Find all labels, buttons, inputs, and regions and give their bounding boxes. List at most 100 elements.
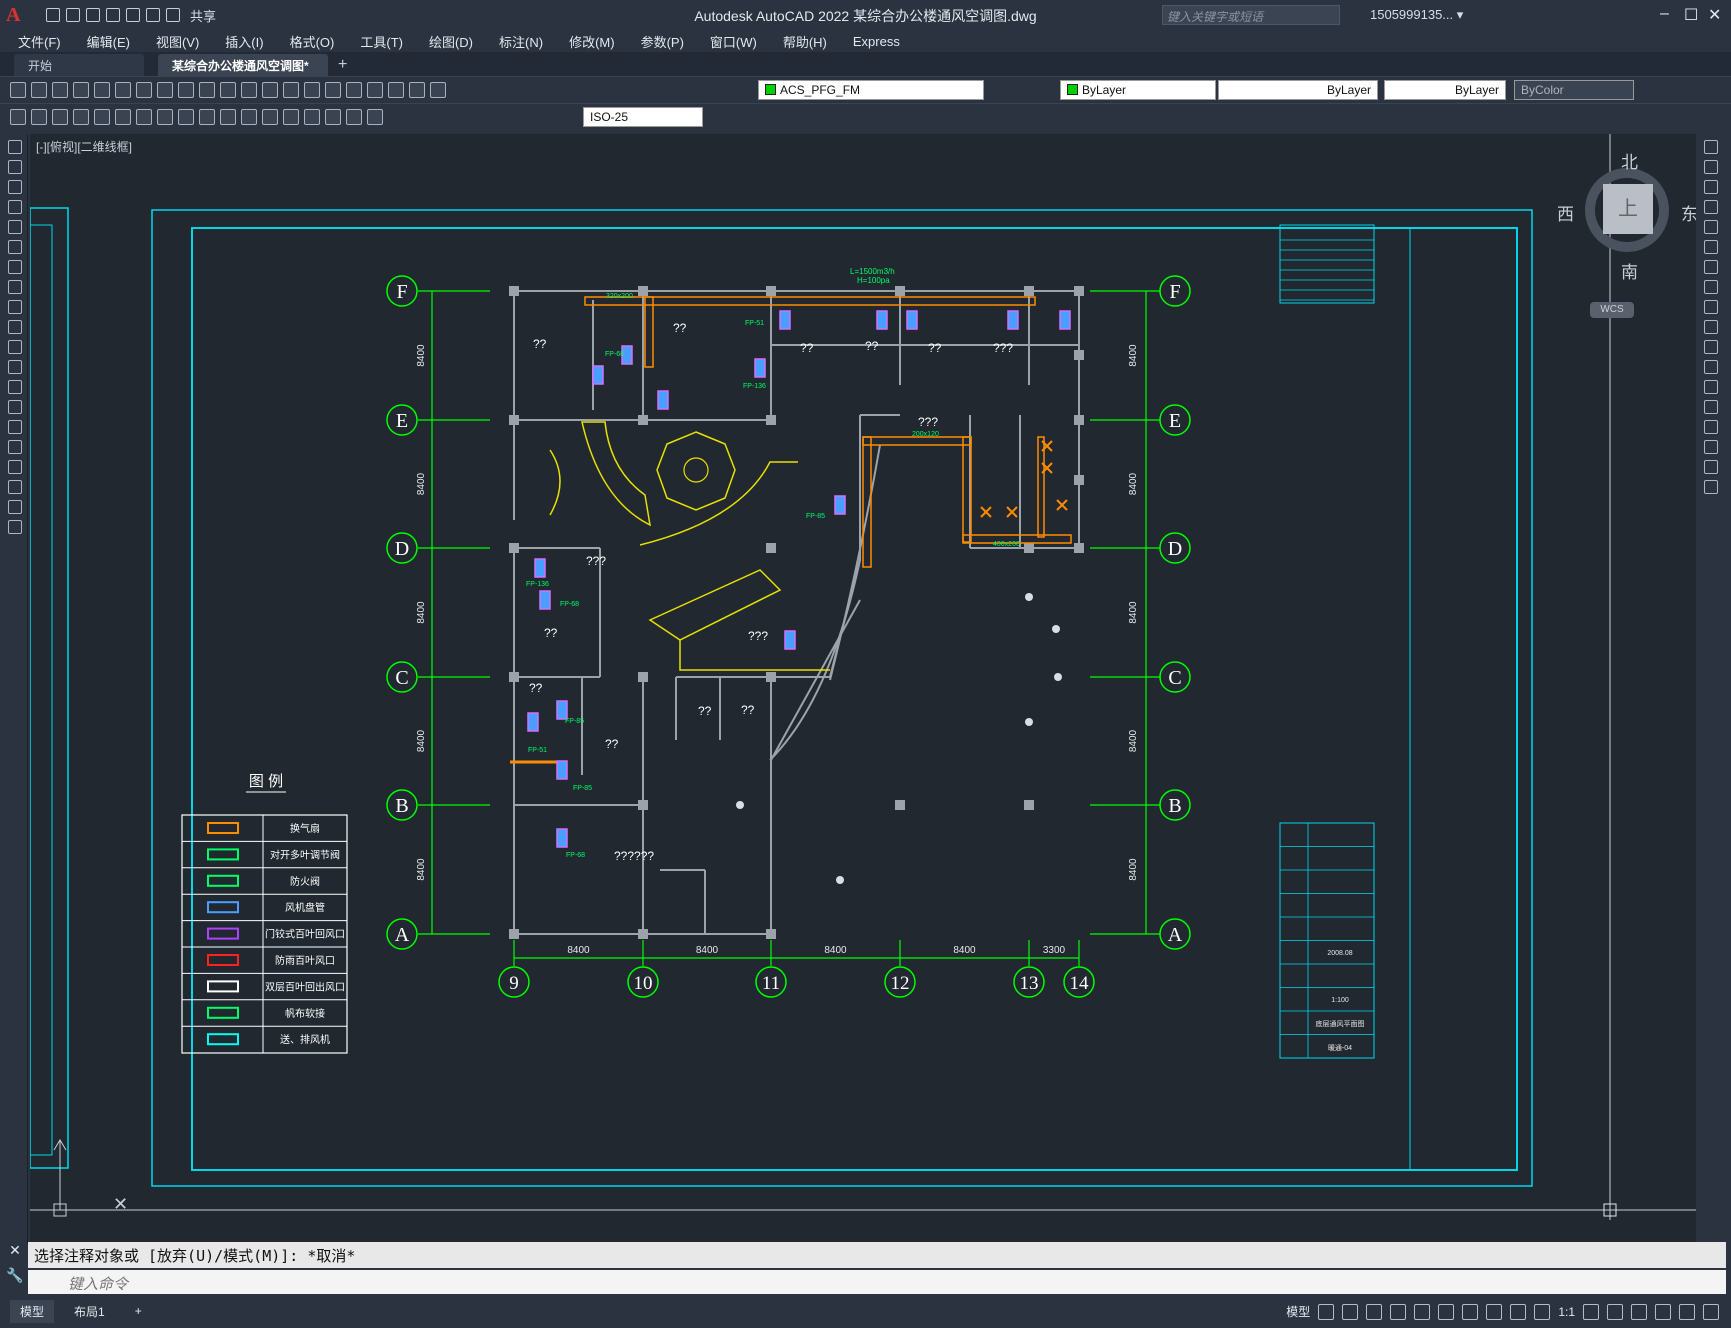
menu-item[interactable]: 视图(V) <box>156 32 199 51</box>
layer-manager-icon[interactable] <box>430 82 446 98</box>
save-icon[interactable] <box>52 82 68 98</box>
center-mark-icon[interactable] <box>262 109 278 125</box>
tolerance-icon[interactable] <box>241 109 257 125</box>
dim-update-icon[interactable] <box>367 109 383 125</box>
match-icon[interactable] <box>199 82 215 98</box>
model-space-button[interactable]: 模型 <box>1286 1303 1310 1320</box>
mirror-icon[interactable] <box>1704 180 1718 194</box>
layer-dropdown[interactable]: ACS_PFG_FM <box>758 80 984 100</box>
point-icon[interactable] <box>8 400 22 414</box>
menu-item[interactable]: 工具(T) <box>360 32 403 51</box>
cut-icon[interactable] <box>136 82 152 98</box>
redo-icon[interactable] <box>166 8 180 22</box>
save-as-icon[interactable] <box>106 8 120 22</box>
line-icon[interactable] <box>8 140 22 154</box>
new-tab-icon[interactable]: + <box>338 56 347 76</box>
viewcube-face[interactable]: 上 <box>1603 184 1653 234</box>
mtext-icon[interactable] <box>8 500 22 514</box>
menu-item[interactable]: 绘图(D) <box>429 32 473 51</box>
viewcube-east[interactable]: 东 <box>1681 200 1696 225</box>
hatch-icon[interactable] <box>8 420 22 434</box>
viewcube[interactable]: 上 北 南 东 西 <box>1555 148 1696 288</box>
polygon-icon[interactable] <box>8 200 22 214</box>
dim-arc-icon[interactable] <box>73 109 89 125</box>
tab-layout1[interactable]: 布局1 <box>64 1300 115 1323</box>
construction-line-icon[interactable] <box>8 160 22 174</box>
viewcube-west[interactable]: 西 <box>1557 200 1574 225</box>
menu-item[interactable]: 格式(O) <box>290 32 335 51</box>
dim-diameter-icon[interactable] <box>136 109 152 125</box>
osnap-icon[interactable] <box>1414 1303 1431 1320</box>
gradient-icon[interactable] <box>8 440 22 454</box>
plot-icon[interactable] <box>126 8 140 22</box>
chamfer-icon[interactable] <box>1704 420 1718 434</box>
rotate-icon[interactable] <box>1704 260 1718 274</box>
hardware-icon[interactable] <box>1655 1303 1671 1320</box>
qdim-icon[interactable] <box>178 109 194 125</box>
stretch-icon[interactable] <box>1704 300 1718 314</box>
minimize-icon[interactable]: – <box>1660 5 1669 23</box>
menu-item[interactable]: 文件(F) <box>18 32 61 51</box>
new-icon[interactable] <box>10 82 26 98</box>
open-icon[interactable] <box>31 82 47 98</box>
dim-edit-icon[interactable] <box>325 109 341 125</box>
calculator-icon[interactable] <box>388 82 404 98</box>
menu-item[interactable]: 参数(P) <box>641 32 684 51</box>
revcloud-icon[interactable] <box>8 280 22 294</box>
add-selected-icon[interactable] <box>8 520 22 534</box>
maximize-icon[interactable]: ☐ <box>1684 5 1698 25</box>
close-icon[interactable]: ✕ <box>1708 5 1721 25</box>
preview-icon[interactable] <box>94 82 110 98</box>
ellipse-icon[interactable] <box>8 320 22 334</box>
otrack-icon[interactable] <box>1438 1303 1455 1320</box>
ellipse-arc-icon[interactable] <box>8 340 22 354</box>
copy-icon[interactable] <box>157 82 173 98</box>
isolate-icon[interactable] <box>1631 1303 1647 1320</box>
help-icon[interactable] <box>409 82 425 98</box>
menu-item[interactable]: 窗口(W) <box>710 32 757 51</box>
menu-item[interactable]: Express <box>853 34 900 49</box>
region-icon[interactable] <box>8 460 22 474</box>
dim-aligned-icon[interactable] <box>52 109 68 125</box>
redo-icon[interactable] <box>241 82 257 98</box>
rectangle-icon[interactable] <box>8 220 22 234</box>
menu-item[interactable]: 插入(I) <box>225 32 263 51</box>
annotation-scale[interactable]: 1:1 <box>1558 1305 1575 1319</box>
dim-baseline-icon[interactable] <box>199 109 215 125</box>
save-icon[interactable] <box>86 8 100 22</box>
polyline-icon[interactable] <box>8 180 22 194</box>
gear-icon[interactable] <box>1583 1303 1599 1320</box>
grid-icon[interactable] <box>1318 1303 1335 1320</box>
polar-icon[interactable] <box>1390 1303 1407 1320</box>
arc-icon[interactable] <box>8 240 22 254</box>
insert-block-icon[interactable] <box>8 360 22 374</box>
make-block-icon[interactable] <box>8 380 22 394</box>
menu-item[interactable]: 编辑(E) <box>87 32 130 51</box>
viewcube-north[interactable]: 北 <box>1621 148 1638 173</box>
explode-icon[interactable] <box>1704 480 1718 494</box>
array-icon[interactable] <box>1704 220 1718 234</box>
dim-text-edit-icon[interactable] <box>346 109 362 125</box>
publish-icon[interactable] <box>115 82 131 98</box>
plus-icon[interactable] <box>1607 1303 1623 1320</box>
color-dropdown[interactable]: ByLayer <box>1060 80 1216 100</box>
menu-icon[interactable] <box>1703 1303 1719 1320</box>
design-center-icon[interactable] <box>346 82 362 98</box>
tab-model[interactable]: 模型 <box>10 1299 55 1323</box>
viewport-controls[interactable]: [-][俯视][二维线框] <box>36 138 132 155</box>
add-layout-icon[interactable]: + <box>125 1301 152 1321</box>
properties-icon[interactable] <box>325 82 341 98</box>
dim-radius-icon[interactable] <box>115 109 131 125</box>
ortho-icon[interactable] <box>1366 1303 1383 1320</box>
copy-object-icon[interactable] <box>1704 160 1718 174</box>
share-button[interactable]: 共享 <box>190 6 216 25</box>
spline-icon[interactable] <box>8 300 22 314</box>
dimstyle-dropdown[interactable]: ISO-25 <box>583 107 703 127</box>
jogged-icon[interactable] <box>304 109 320 125</box>
lineweight-icon[interactable] <box>1486 1303 1503 1320</box>
autocad-logo-icon[interactable]: A <box>6 4 28 26</box>
circle-icon[interactable] <box>8 260 22 274</box>
customize-icon[interactable]: 🔧 <box>4 1267 26 1284</box>
extend-icon[interactable] <box>1704 340 1718 354</box>
offset-icon[interactable] <box>1704 200 1718 214</box>
